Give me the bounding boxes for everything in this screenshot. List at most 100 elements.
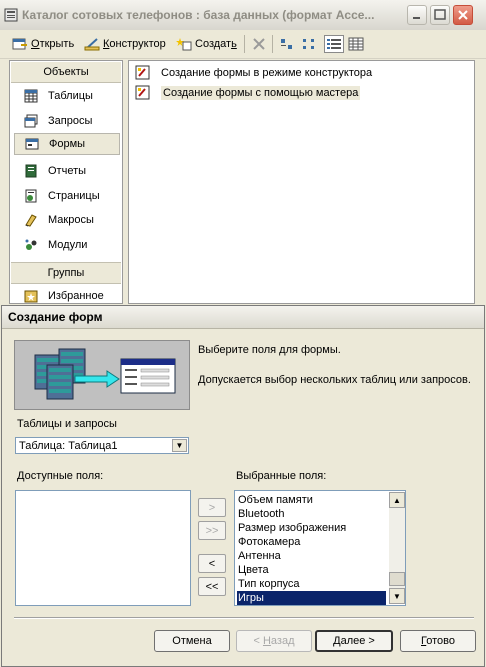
objects-nav-pane: Объекты Таблицы Запросы Формы Отчеты Стр…: [9, 60, 123, 304]
add-all-fields-label: >>: [205, 524, 219, 537]
nav-label-pages: Страницы: [48, 190, 100, 202]
selected-fields-scrollbar[interactable]: ▲ ▼: [389, 492, 405, 604]
close-window-button[interactable]: [453, 5, 473, 25]
large-icons-button[interactable]: [279, 35, 295, 53]
available-fields-label: Доступные поля:: [17, 470, 104, 482]
add-field-button[interactable]: >: [198, 498, 226, 517]
small-icons-icon: [303, 39, 314, 49]
nav-label-reports: Отчеты: [48, 165, 87, 177]
create-label: Создат: [195, 38, 232, 50]
delete-x-icon: [253, 38, 265, 50]
selected-fields-label: Выбранные поля:: [236, 470, 327, 482]
scroll-up-arrow-icon[interactable]: ▲: [389, 492, 405, 508]
dialog-divider: [14, 617, 474, 619]
constructor-label: онструктор: [109, 38, 166, 50]
list-item[interactable]: Bluetooth: [237, 507, 386, 521]
close-icon: [458, 10, 468, 20]
tables-queries-value: Таблица: Таблица1: [19, 440, 118, 452]
nav-label-queries: Запросы: [48, 115, 93, 127]
nav-item-reports[interactable]: Отчеты: [14, 160, 120, 182]
cancel-button[interactable]: Отмена: [154, 630, 230, 652]
module-icon: [25, 239, 37, 250]
small-icons-button[interactable]: [302, 35, 318, 53]
constructor-button[interactable]: Конструктор: [84, 35, 166, 53]
wizard-hint-select-fields: Выберите поля для формы.: [198, 344, 341, 356]
nav-item-macros[interactable]: Макросы: [14, 209, 120, 231]
finish-button[interactable]: Готово: [400, 630, 476, 652]
access-db-icon: [4, 8, 18, 22]
minimize-icon: [413, 17, 420, 19]
nav-item-queries[interactable]: Запросы: [14, 110, 120, 132]
objects-header[interactable]: Объекты: [11, 62, 121, 83]
add-all-fields-button[interactable]: >>: [198, 521, 226, 540]
nav-label-modules: Модули: [48, 239, 88, 251]
details-view-button[interactable]: [348, 35, 364, 53]
create-hotkey: ь: [231, 38, 237, 50]
list-item[interactable]: Антенна: [237, 549, 386, 563]
objects-list: Создание формы в режиме конструктора Соз…: [128, 60, 475, 304]
design-ruler-icon: [84, 38, 100, 51]
back-label: < Назад: [253, 635, 295, 647]
list-item[interactable]: Тип корпуса: [237, 577, 386, 591]
tables-queries-select[interactable]: Таблица: Таблица1 ▼: [15, 437, 189, 454]
wizard-tables-to-form-icon: [34, 348, 176, 400]
list-item[interactable]: Цвета: [237, 563, 386, 577]
remove-all-fields-button[interactable]: <<: [198, 577, 226, 596]
scroll-down-arrow-icon[interactable]: ▼: [389, 588, 405, 604]
list-item-selected[interactable]: Игры: [237, 591, 386, 605]
list-view-button[interactable]: [324, 35, 344, 53]
list-item-label: Создание формы с помощью мастера: [161, 86, 361, 100]
list-item[interactable]: Объем памяти: [237, 493, 386, 507]
list-item-create-form-design[interactable]: Создание формы в режиме конструктора: [135, 64, 372, 82]
wizard-illustration: [14, 340, 190, 410]
nav-item-favorites[interactable]: Избранное: [14, 285, 120, 307]
favorites-icon: [24, 290, 38, 303]
delete-button[interactable]: [251, 35, 267, 53]
form-icon: [25, 138, 39, 150]
scrollbar-thumb[interactable]: [389, 572, 405, 586]
cancel-label: Отмена: [172, 635, 212, 647]
create-button[interactable]: Создать: [176, 35, 237, 53]
tables-queries-label: Таблицы и запросы: [17, 418, 117, 430]
remove-all-fields-label: <<: [205, 580, 219, 593]
toolbar-separator: [244, 35, 245, 53]
list-item[interactable]: Размер изображения: [237, 521, 386, 535]
table-icon: [24, 89, 38, 103]
nav-label-tables: Таблицы: [48, 90, 93, 102]
selected-fields-list[interactable]: Объем памяти Bluetooth Размер изображени…: [234, 490, 406, 606]
dialog-title-bar[interactable]: Создание форм: [2, 306, 484, 329]
next-label: Далее >: [333, 635, 375, 647]
remove-field-button[interactable]: <: [198, 554, 226, 573]
nav-item-pages[interactable]: Страницы: [14, 185, 120, 207]
minimize-button[interactable]: [407, 5, 427, 25]
list-item[interactable]: Фотокамера: [237, 535, 386, 549]
nav-item-tables[interactable]: Таблицы: [14, 85, 120, 107]
wizard-form-icon: [135, 85, 150, 100]
available-fields-list[interactable]: [15, 490, 191, 606]
database-title-bar[interactable]: Каталог сотовых телефонов : база данных …: [0, 0, 486, 30]
wizard-hint-multiple-sources: Допускается выбор нескольких таблиц или …: [198, 374, 471, 386]
list-item-create-form-wizard[interactable]: Создание формы с помощью мастера: [135, 84, 361, 102]
open-form-icon: [12, 38, 27, 50]
report-icon: [25, 164, 37, 178]
nav-item-forms[interactable]: Формы: [14, 133, 120, 155]
form-wizard-dialog: Создание форм Выберите поля для формы. Д…: [1, 305, 485, 667]
macro-icon: [25, 214, 37, 227]
dialog-title: Создание форм: [8, 310, 103, 324]
next-button[interactable]: Далее >: [315, 630, 393, 652]
chevron-down-icon[interactable]: ▼: [172, 439, 187, 452]
back-button[interactable]: < Назад: [236, 630, 312, 652]
nav-label-favorites: Избранное: [48, 290, 104, 302]
details-view-icon: [348, 37, 364, 51]
groups-header[interactable]: Группы: [11, 262, 121, 284]
maximize-button[interactable]: [430, 5, 450, 25]
finish-label: Готово: [421, 635, 455, 647]
maximize-icon: [434, 9, 446, 20]
open-label: ткрыть: [39, 38, 75, 50]
list-item-label: Создание формы в режиме конструктора: [161, 67, 373, 79]
open-button[interactable]: Открыть: [12, 35, 74, 53]
query-icon: [24, 114, 38, 128]
nav-item-modules[interactable]: Модули: [14, 234, 120, 256]
database-window: Каталог сотовых телефонов : база данных …: [0, 0, 486, 304]
remove-field-label: <: [208, 557, 216, 570]
